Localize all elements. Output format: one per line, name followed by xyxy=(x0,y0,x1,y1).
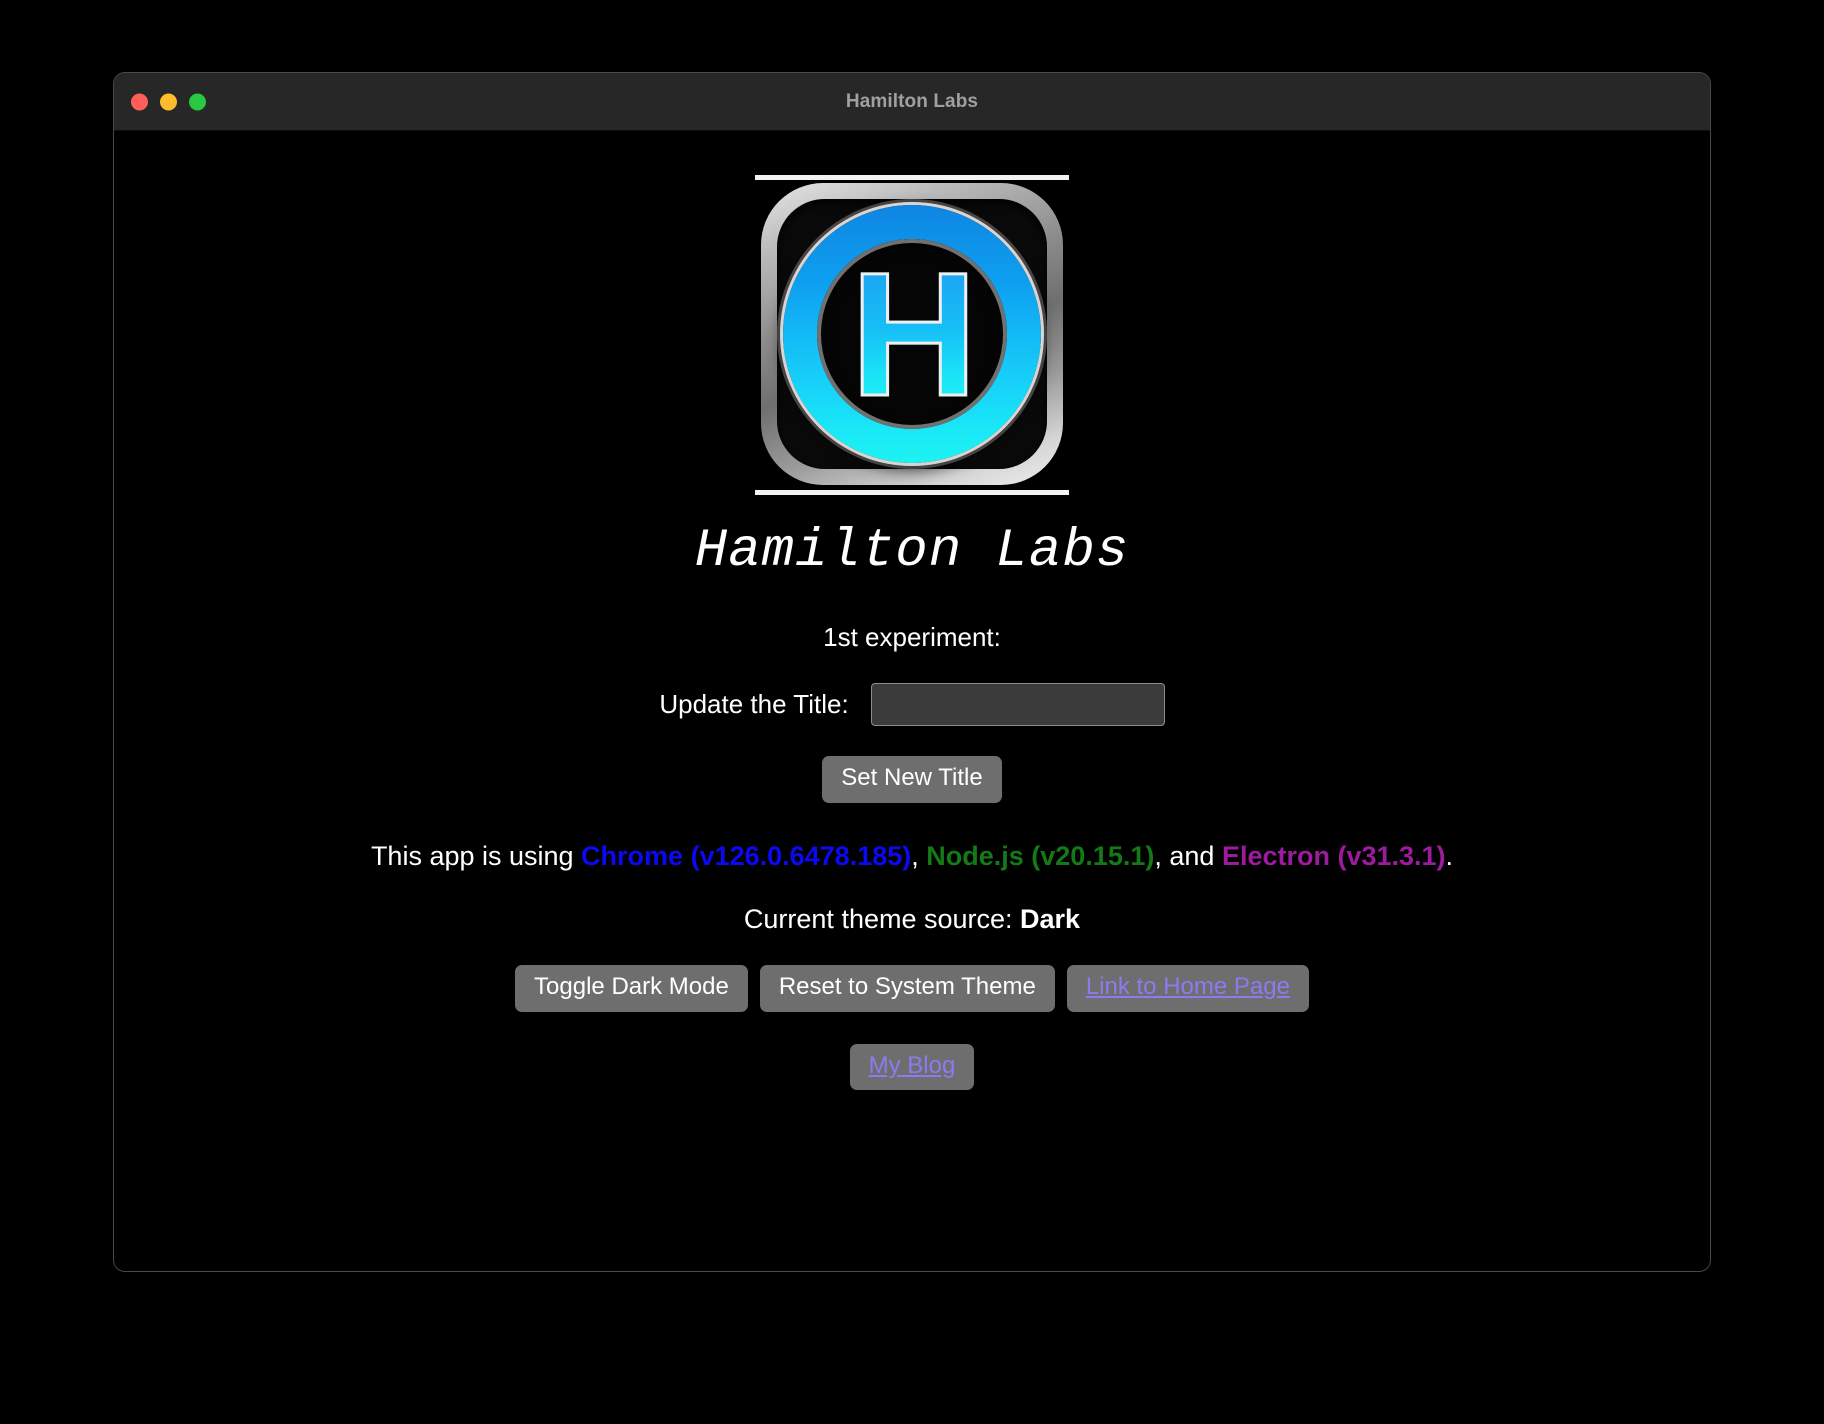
theme-button-row: Toggle Dark Mode Reset to System Theme L… xyxy=(515,964,1309,1012)
chrome-version: Chrome (v126.0.6478.185) xyxy=(581,840,912,871)
my-blog-button[interactable]: My Blog xyxy=(849,1043,975,1091)
runtime-versions-text: This app is using Chrome (v126.0.6478.18… xyxy=(371,841,1453,872)
versions-suffix: . xyxy=(1445,840,1454,871)
app-logo: H xyxy=(755,175,1069,495)
experiment-label: 1st experiment: xyxy=(823,622,1001,652)
versions-sep-1: , xyxy=(911,840,927,871)
title-input[interactable] xyxy=(870,683,1165,726)
window-titlebar[interactable]: Hamilton Labs xyxy=(114,73,1710,131)
link-to-home-page-link[interactable]: Link to Home Page xyxy=(1086,973,1290,1000)
toggle-dark-mode-button[interactable]: Toggle Dark Mode xyxy=(515,964,748,1012)
window-title: Hamilton Labs xyxy=(845,90,979,112)
maximize-window-button[interactable] xyxy=(189,93,206,110)
update-title-row: Update the Title: xyxy=(659,683,1165,726)
update-title-label: Update the Title: xyxy=(659,689,849,719)
electron-version: Electron (v31.3.1) xyxy=(1221,840,1446,871)
page-title: Hamilton Labs xyxy=(694,521,1130,582)
logo-top-rule xyxy=(755,175,1069,180)
current-theme-value: Dark xyxy=(1020,903,1081,934)
logo-letter-h: H xyxy=(755,246,1069,425)
blog-button-row: My Blog xyxy=(849,1043,975,1091)
traffic-light-group xyxy=(131,93,206,110)
desktop-background: Hamilton Labs H Hamilton Labs 1st experi… xyxy=(0,0,1824,1424)
minimize-window-button[interactable] xyxy=(160,93,177,110)
my-blog-link[interactable]: My Blog xyxy=(869,1052,956,1079)
reset-system-theme-button[interactable]: Reset to System Theme xyxy=(759,964,1055,1012)
versions-sep-2: , and xyxy=(1154,840,1222,871)
close-window-button[interactable] xyxy=(131,93,148,110)
node-version: Node.js (v20.15.1) xyxy=(926,840,1155,871)
logo-bottom-rule xyxy=(755,490,1069,495)
versions-prefix: This app is using xyxy=(370,840,582,871)
current-theme-label: Current theme source: xyxy=(743,903,1021,934)
current-theme-line: Current theme source: Dark xyxy=(744,904,1080,935)
link-to-home-page-button[interactable]: Link to Home Page xyxy=(1066,964,1309,1012)
set-new-title-button[interactable]: Set New Title xyxy=(822,756,1002,803)
window-content: H Hamilton Labs 1st experiment: Update t… xyxy=(114,131,1710,1271)
app-window: Hamilton Labs H Hamilton Labs 1st experi… xyxy=(113,72,1711,1272)
